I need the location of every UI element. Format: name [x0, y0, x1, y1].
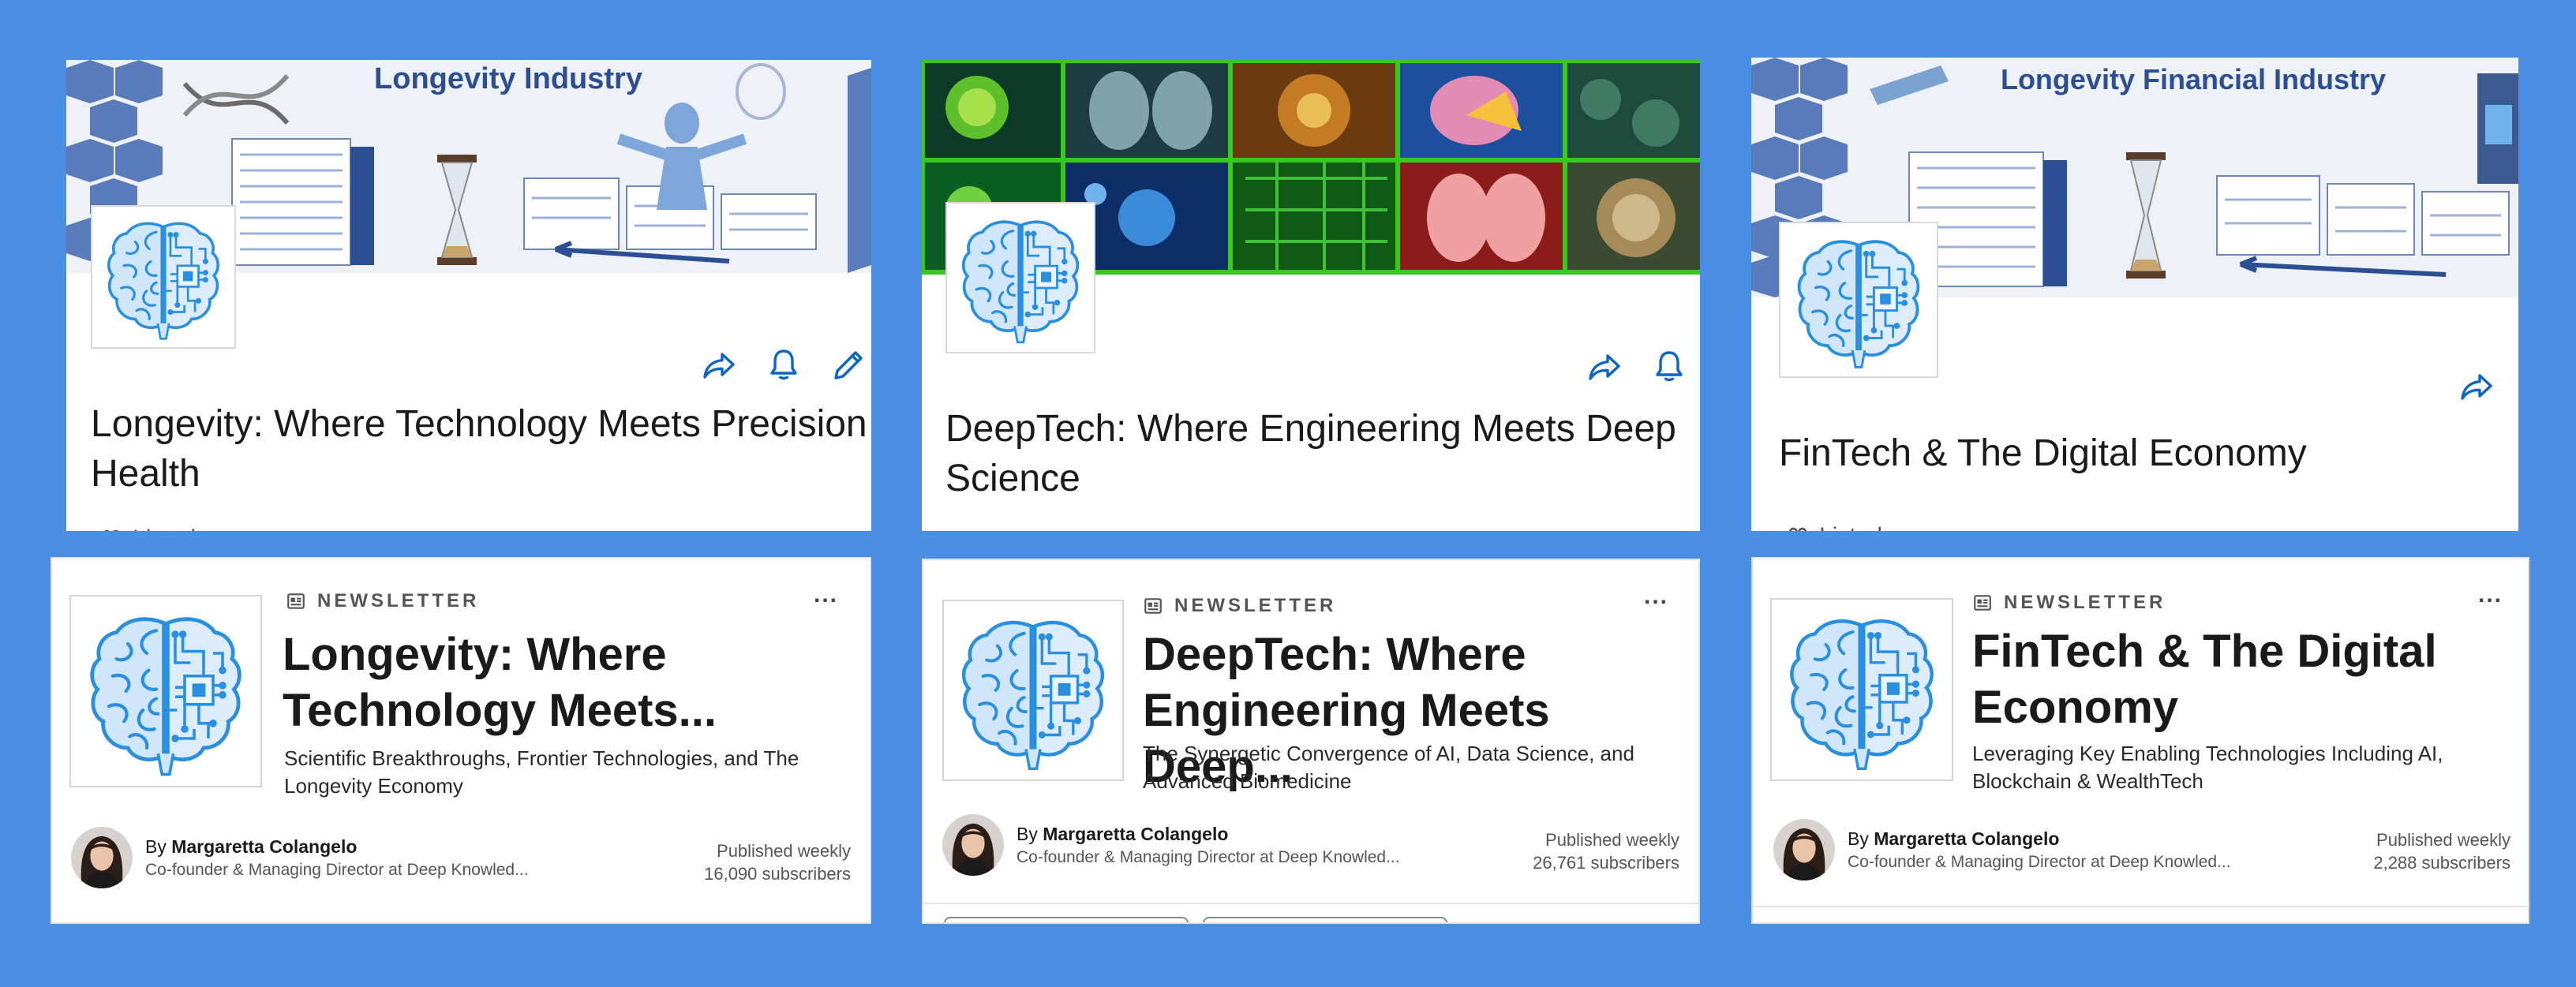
avatar[interactable] [71, 827, 133, 888]
author-name[interactable]: Margaretta Colangelo [171, 836, 357, 857]
divider [1753, 906, 2528, 907]
group-actions [698, 344, 870, 387]
avatar[interactable] [1773, 819, 1835, 880]
more-options-button[interactable]: ... [2478, 583, 2503, 607]
group-card-deeptech[interactable]: DeepTech: Where Engineering Meets Deep S… [922, 60, 1700, 531]
bell-icon[interactable] [762, 344, 805, 387]
newsletter-author[interactable]: By Margaretta Colangelo Co-founder & Man… [942, 814, 1400, 876]
publish-frequency: Published weekly [2376, 830, 2510, 850]
people-icon [1784, 523, 1811, 531]
action-button-partial[interactable] [944, 917, 1189, 922]
banner-title: Longevity Industry [374, 62, 642, 95]
subscriber-count: 16,090 subscribers [704, 864, 851, 884]
newsletter-logo-brain[interactable] [69, 595, 262, 787]
newsletter-label-text: NEWSLETTER [317, 590, 480, 611]
newsletter-meta: Published weekly 2,288 subscribers [2373, 828, 2510, 874]
newsletter-logo-brain[interactable] [942, 600, 1124, 781]
group-title[interactable]: FinTech & The Digital Economy [1779, 428, 2505, 478]
author-name[interactable]: Margaretta Colangelo [1043, 824, 1228, 844]
newsletter-label: NEWSLETTER [1143, 595, 1336, 617]
group-card-longevity[interactable]: Longevity Industry Longevity: Where Tech… [66, 60, 871, 531]
author-by: By [145, 836, 167, 857]
newsletter-icon [1143, 596, 1163, 616]
group-logo-brain[interactable] [91, 205, 236, 349]
newsletter-icon [286, 591, 306, 611]
group-type: Listed group [1784, 523, 1949, 531]
author-by: By [1848, 828, 1869, 849]
subscriber-count: 2,288 subscribers [2373, 853, 2510, 873]
author-role: Co-founder & Managing Director at Deep K… [1848, 852, 2231, 871]
subscriber-count: 26,761 subscribers [1533, 853, 1679, 873]
group-logo-brain[interactable] [1779, 222, 1938, 378]
group-type-label: Listed group [1819, 523, 1949, 531]
group-card-fintech[interactable]: Longevity Financial Industry FinTech & T… [1751, 58, 2518, 531]
author-role: Co-founder & Managing Director at Deep K… [145, 860, 529, 879]
people-icon [98, 525, 125, 531]
more-options-button[interactable]: ... [814, 583, 838, 607]
publish-frequency: Published weekly [1545, 830, 1679, 850]
author-by: By [1017, 823, 1038, 844]
group-type-label: Listed group [133, 525, 263, 531]
newsletter-author[interactable]: By Margaretta Colangelo Co-founder & Man… [71, 827, 529, 888]
newsletter-card-deeptech[interactable]: NEWSLETTER ... DeepTech: Where Engineeri… [922, 559, 1700, 924]
author-name[interactable]: Margaretta Colangelo [1874, 828, 2059, 849]
newsletter-meta: Published weekly 16,090 subscribers [704, 839, 851, 885]
newsletter-title[interactable]: Longevity: Where Technology Meets... [283, 626, 851, 738]
newsletter-subtitle: Leveraging Key Enabling Technologies Inc… [1972, 742, 2443, 793]
newsletter-meta: Published weekly 26,761 subscribers [1533, 828, 1679, 874]
newsletter-label: NEWSLETTER [286, 590, 479, 612]
newsletter-label-text: NEWSLETTER [1174, 595, 1337, 616]
group-type: Listed group [98, 525, 263, 531]
author-role: Co-founder & Managing Director at Deep K… [1017, 847, 1400, 866]
publish-frequency: Published weekly [717, 841, 851, 861]
share-icon[interactable] [1583, 346, 1626, 388]
banner-title: Longevity Financial Industry [2001, 63, 2386, 95]
newsletter-label: NEWSLETTER [1972, 592, 2166, 614]
share-icon[interactable] [698, 344, 740, 387]
more-options-button[interactable]: ... [1644, 585, 1668, 608]
newsletter-subtitle: Scientific Breakthroughs, Frontier Techn… [284, 746, 799, 798]
newsletter-author[interactable]: By Margaretta Colangelo Co-founder & Man… [1773, 819, 2231, 880]
bell-icon[interactable] [1648, 346, 1690, 388]
newsletter-subtitle: The Synergetic Convergence of AI, Data S… [1143, 742, 1634, 793]
avatar[interactable] [942, 814, 1004, 876]
group-actions [1583, 346, 1690, 388]
group-title[interactable]: DeepTech: Where Engineering Meets Deep S… [945, 404, 1691, 503]
action-button-partial[interactable] [1203, 917, 1447, 922]
group-actions [2455, 365, 2498, 408]
newsletter-title[interactable]: FinTech & The Digital Economy [1972, 623, 2509, 735]
pencil-icon[interactable] [827, 344, 870, 387]
divider [923, 903, 1698, 904]
newsletter-card-fintech[interactable]: NEWSLETTER ... FinTech & The Digital Eco… [1751, 557, 2529, 924]
newsletter-card-longevity[interactable]: NEWSLETTER ... Longevity: Where Technolo… [51, 557, 871, 924]
share-icon[interactable] [2455, 365, 2498, 408]
newsletter-logo-brain[interactable] [1770, 598, 1953, 781]
group-logo-brain[interactable] [945, 202, 1095, 353]
newsletter-label-text: NEWSLETTER [2004, 592, 2166, 613]
newsletter-icon [1972, 593, 1993, 613]
group-title[interactable]: Longevity: Where Technology Meets Precis… [91, 399, 868, 499]
